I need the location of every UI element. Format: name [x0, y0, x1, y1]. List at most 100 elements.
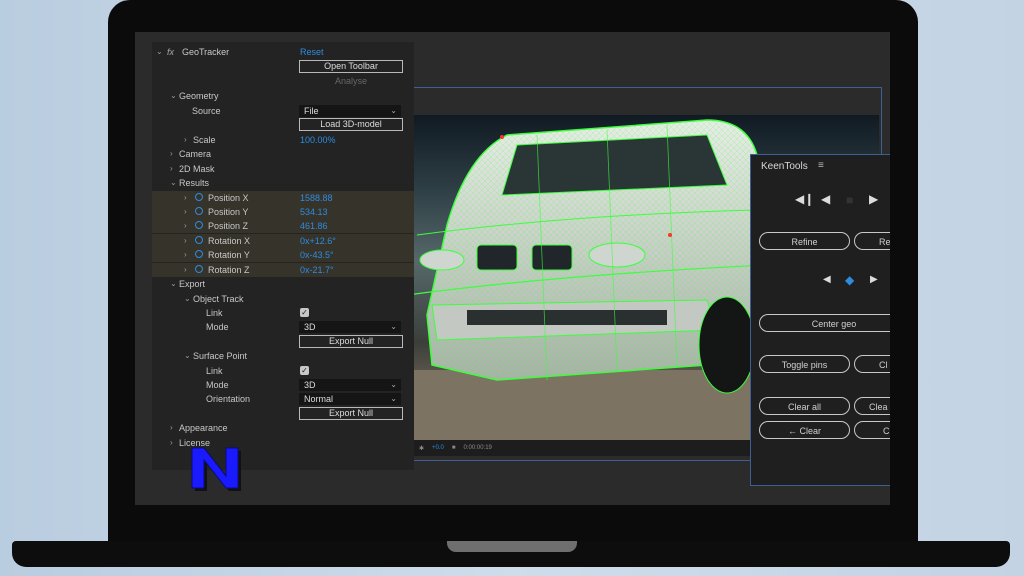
laptop-screen: ✱ +0.0 ■ 0:00:00:19 ⌄ fx GeoTracker Rese… [135, 32, 890, 505]
reset-link[interactable]: Reset [300, 47, 324, 57]
chevron-right-icon[interactable]: › [170, 149, 173, 158]
stop-icon[interactable]: ■ [846, 193, 853, 207]
position-z-row: › Position Z 461.86 [152, 219, 414, 233]
position-x-label: Position X [208, 193, 249, 203]
toggle-pins-button[interactable]: Toggle pins [759, 355, 850, 373]
hamburger-menu-icon[interactable]: ≡ [818, 160, 824, 171]
chevron-right-icon[interactable]: › [170, 438, 173, 447]
grille-left [476, 244, 518, 271]
rotation-z-value[interactable]: 0x-21.7° [300, 265, 334, 275]
timecode[interactable]: 0:00:00:19 [464, 445, 492, 451]
orientation-dropdown[interactable]: Normal ⌄ [299, 393, 401, 405]
appearance-group[interactable]: › Appearance [152, 421, 414, 435]
keyframe-diamond-icon[interactable]: ◆ [845, 273, 854, 287]
jump-to-prev-keyframe-icon[interactable]: ◀❙ [795, 192, 814, 206]
analyse-button[interactable]: Analyse [299, 75, 403, 88]
chevron-down-icon: ⌄ [390, 322, 397, 331]
headlight-right [588, 242, 646, 268]
clear-pins-button[interactable]: Cl [854, 355, 890, 373]
position-x-value[interactable]: 1588.88 [300, 193, 333, 203]
chevron-right-icon[interactable]: › [184, 221, 187, 230]
chevron-down-icon[interactable]: ⌄ [184, 351, 191, 360]
rotation-y-label: Rotation Y [208, 250, 250, 260]
object-track-label: Object Track [193, 294, 244, 304]
source-dropdown[interactable]: File ⌄ [299, 105, 401, 117]
chevron-right-icon[interactable]: › [184, 236, 187, 245]
clear-left-button[interactable]: ← Clear [759, 421, 850, 439]
sp-mode-value: 3D [304, 380, 316, 390]
stopwatch-icon[interactable] [195, 221, 203, 229]
results-group[interactable]: ⌄ Results [152, 176, 414, 190]
stopwatch-icon[interactable] [195, 236, 203, 244]
camera-settings-icon[interactable]: ✱ [419, 445, 424, 452]
chevron-down-icon: ⌄ [390, 106, 397, 115]
ot-mode-dropdown[interactable]: 3D ⌄ [299, 321, 401, 333]
open-toolbar-button[interactable]: Open Toolbar [299, 60, 403, 73]
tracking-pin[interactable] [500, 135, 504, 139]
stopwatch-icon[interactable] [195, 265, 203, 273]
scale-value[interactable]: 100.00% [300, 135, 336, 145]
next-frame-icon[interactable]: ▶ [869, 192, 878, 206]
chevron-down-icon: ⌄ [390, 394, 397, 403]
chevron-right-icon[interactable]: › [184, 135, 187, 144]
position-z-value[interactable]: 461.86 [300, 221, 328, 231]
refine-all-button[interactable]: Re [854, 232, 890, 250]
stopwatch-icon[interactable] [195, 207, 203, 215]
sp-link-checkbox[interactable]: ✓ [300, 366, 309, 375]
rotation-x-value[interactable]: 0x+12.6° [300, 236, 336, 246]
stopwatch-icon[interactable] [195, 193, 203, 201]
effect-header[interactable]: ⌄ fx GeoTracker Reset [152, 45, 414, 59]
chevron-down-icon[interactable]: ⌄ [170, 91, 177, 100]
chevron-down-icon[interactable]: ⌄ [156, 47, 163, 56]
ot-link-checkbox[interactable]: ✓ [300, 308, 309, 317]
stopwatch-icon[interactable] [195, 250, 203, 258]
clear-between-button[interactable]: Clea [854, 397, 890, 415]
chevron-right-icon[interactable]: › [170, 164, 173, 173]
sp-export-null-button[interactable]: Export Null [299, 407, 403, 420]
headlight-left [419, 249, 465, 271]
chevron-right-icon[interactable]: › [170, 423, 173, 432]
chevron-down-icon[interactable]: ⌄ [184, 294, 191, 303]
prev-keyframe-icon[interactable]: ◀ [823, 274, 831, 285]
tracking-pin[interactable] [668, 233, 672, 237]
load-3d-model-button[interactable]: Load 3D-model [299, 118, 403, 131]
rotation-y-row: › Rotation Y 0x-43.5° [152, 248, 414, 262]
next-keyframe-icon[interactable]: ▶ [870, 274, 878, 285]
chevron-right-icon[interactable]: › [184, 207, 187, 216]
camera-label: Camera [179, 149, 212, 159]
sp-mode-label: Mode [206, 380, 229, 390]
sp-mode-dropdown[interactable]: 3D ⌄ [299, 379, 401, 391]
effect-name: GeoTracker [182, 47, 230, 57]
position-x-row: › Position X 1588.88 [152, 191, 414, 205]
chevron-down-icon[interactable]: ⌄ [170, 279, 177, 288]
camera-group[interactable]: › Camera [152, 147, 414, 161]
channel-logo [191, 447, 241, 491]
clear-right-button[interactable]: C [854, 421, 890, 439]
rotation-y-value[interactable]: 0x-43.5° [300, 250, 334, 260]
ot-mode-label: Mode [206, 322, 229, 332]
snapshot-icon[interactable]: ■ [452, 445, 456, 451]
rotation-x-row: › Rotation X 0x+12.6° [152, 234, 414, 248]
mask-group[interactable]: › 2D Mask [152, 162, 414, 176]
ot-export-null-button[interactable]: Export Null [299, 335, 403, 348]
chevron-right-icon[interactable]: › [184, 250, 187, 259]
chevron-down-icon[interactable]: ⌄ [170, 178, 177, 187]
prev-frame-icon[interactable]: ◀ [821, 192, 830, 206]
position-y-value[interactable]: 534.13 [300, 207, 328, 217]
position-y-row: › Position Y 534.13 [152, 205, 414, 219]
rotation-z-row: › Rotation Z 0x-21.7° [152, 263, 414, 277]
chevron-right-icon[interactable]: › [184, 193, 187, 202]
export-group[interactable]: ⌄ Export [152, 277, 414, 291]
refine-button[interactable]: Refine [759, 232, 850, 250]
center-geo-button[interactable]: Center geo [759, 314, 890, 332]
laptop-notch [447, 541, 577, 552]
exposure-value[interactable]: +0.0 [432, 445, 444, 451]
object-track-group[interactable]: ⌄ Object Track [152, 292, 414, 306]
mask-label: 2D Mask [179, 164, 215, 174]
fx-badge[interactable]: fx [167, 47, 174, 57]
chevron-right-icon[interactable]: › [184, 265, 187, 274]
results-label: Results [179, 178, 210, 188]
surface-point-group[interactable]: ⌄ Surface Point [152, 349, 414, 363]
geometry-group[interactable]: ⌄ Geometry [152, 89, 414, 103]
clear-all-button[interactable]: Clear all [759, 397, 850, 415]
